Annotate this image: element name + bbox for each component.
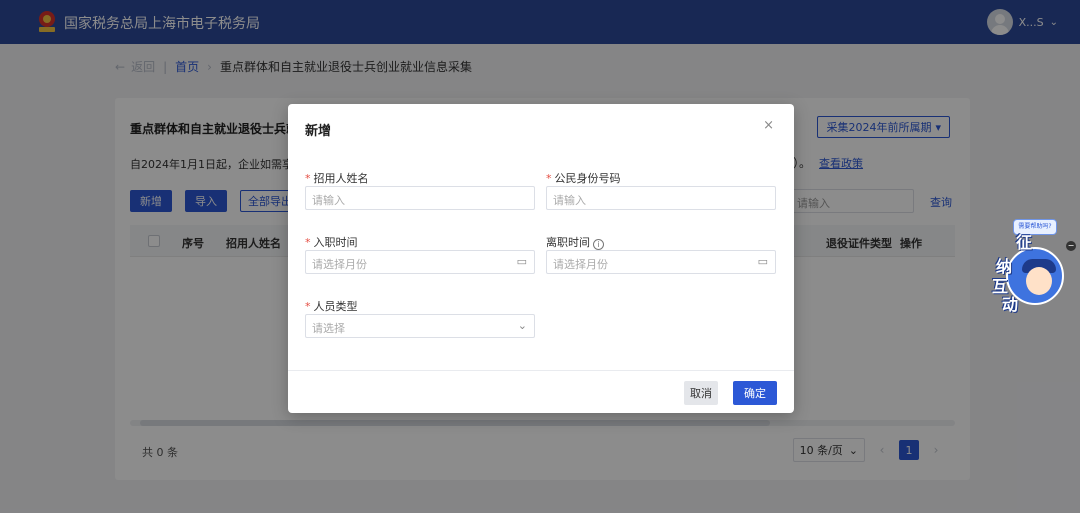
- person-type-label: * 人员类型: [305, 298, 358, 314]
- name-label: * 招用人姓名: [305, 170, 369, 186]
- person-type-select[interactable]: 请选择 ⌄: [305, 314, 535, 338]
- minimize-icon[interactable]: −: [1066, 241, 1076, 251]
- hire-date-label: * 入职时间: [305, 234, 358, 250]
- required-mark: *: [305, 300, 311, 313]
- leave-date-picker[interactable]: 请选择月份 ▭: [546, 250, 776, 274]
- hire-date-placeholder: 请选择月份: [312, 258, 367, 271]
- info-icon[interactable]: i: [593, 239, 604, 250]
- widget-char-zheng: 征: [1016, 233, 1033, 252]
- leave-date-placeholder: 请选择月份: [553, 258, 608, 271]
- add-record-dialog: 新增 × * 招用人姓名 请输入 * 公民身份号码 请输入 * 入职时间 请选择月份 …: [288, 104, 794, 413]
- calendar-icon: ▭: [757, 255, 768, 268]
- leave-date-label: 离职时间 i: [546, 234, 604, 250]
- person-type-label-text: 人员类型: [313, 300, 358, 313]
- confirm-button[interactable]: 确定: [733, 381, 777, 405]
- required-mark: *: [546, 172, 552, 185]
- dialog-title: 新增: [305, 124, 332, 139]
- assistant-widget[interactable]: 需要帮助吗? − 征 纳 互 动: [988, 217, 1076, 317]
- officer-face-icon: [1026, 267, 1052, 295]
- hire-date-label-text: 入职时间: [313, 236, 358, 249]
- required-mark: *: [305, 236, 311, 249]
- cancel-button[interactable]: 取消: [684, 381, 718, 405]
- id-number-label-text: 公民身份号码: [554, 172, 621, 185]
- dialog-footer-divider: [288, 370, 794, 371]
- name-input[interactable]: 请输入: [305, 186, 535, 210]
- calendar-icon: ▭: [516, 255, 527, 268]
- chevron-down-icon: ⌄: [517, 319, 527, 332]
- person-type-placeholder: 请选择: [312, 322, 345, 335]
- close-icon[interactable]: ×: [763, 118, 774, 133]
- id-number-label: * 公民身份号码: [546, 170, 621, 186]
- widget-char-dong: 动: [1002, 295, 1019, 314]
- leave-date-label-text: 离职时间: [546, 236, 590, 249]
- name-label-text: 招用人姓名: [313, 172, 369, 185]
- hire-date-picker[interactable]: 请选择月份 ▭: [305, 250, 535, 274]
- required-mark: *: [305, 172, 311, 185]
- id-number-input[interactable]: 请输入: [546, 186, 776, 210]
